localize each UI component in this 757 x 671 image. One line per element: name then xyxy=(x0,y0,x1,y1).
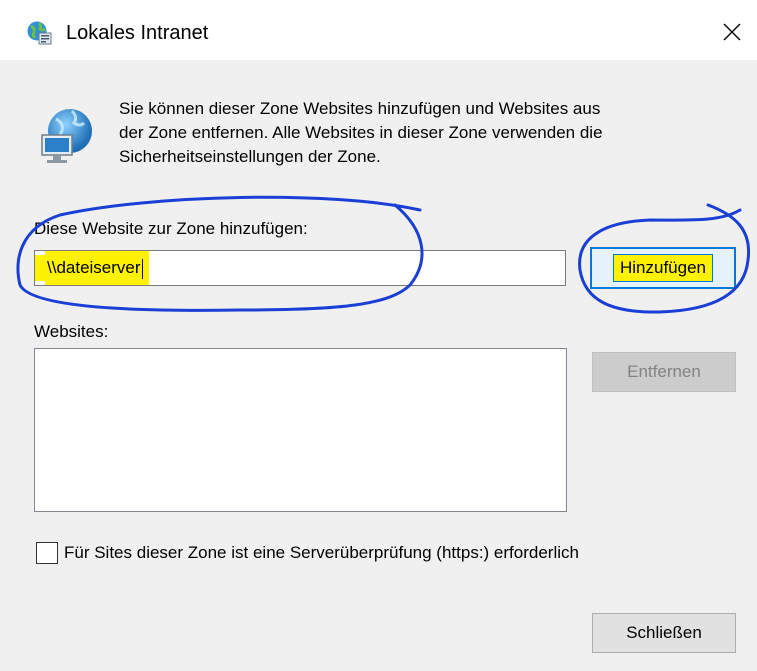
description-line: der Zone entfernen. Alle Websites in die… xyxy=(119,123,603,142)
description-line: Sie können dieser Zone Websites hinzufüg… xyxy=(119,99,601,118)
add-button[interactable]: Hinzufügen xyxy=(590,247,736,289)
add-site-value: \\dateiserver xyxy=(47,258,141,277)
remove-button[interactable]: Entfernen xyxy=(592,352,736,392)
close-icon xyxy=(723,23,741,41)
intranet-globe-icon xyxy=(27,21,52,45)
close-dialog-button[interactable]: Schließen xyxy=(592,613,736,653)
zone-description: Sie können dieser Zone Websites hinzufüg… xyxy=(119,97,739,169)
add-button-label: Hinzufügen xyxy=(612,254,713,282)
add-site-input[interactable]: \\dateiserver xyxy=(34,250,566,286)
window-title: Lokales Intranet xyxy=(66,22,209,44)
websites-label: Websites: xyxy=(34,322,109,341)
close-button[interactable] xyxy=(712,14,752,50)
text-caret xyxy=(141,258,143,279)
title-bar: Lokales Intranet xyxy=(0,0,757,60)
add-site-label: Diese Website zur Zone hinzufügen: xyxy=(34,219,308,238)
description-line: Sicherheitseinstellungen der Zone. xyxy=(119,147,381,166)
server-verification-label[interactable]: Für Sites dieser Zone ist eine Serverübe… xyxy=(64,541,579,565)
websites-list[interactable] xyxy=(34,348,567,512)
server-verification-checkbox[interactable] xyxy=(36,542,58,564)
server-verification-row: Für Sites dieser Zone ist eine Serverübe… xyxy=(36,541,579,565)
globe-monitor-icon xyxy=(41,109,92,163)
